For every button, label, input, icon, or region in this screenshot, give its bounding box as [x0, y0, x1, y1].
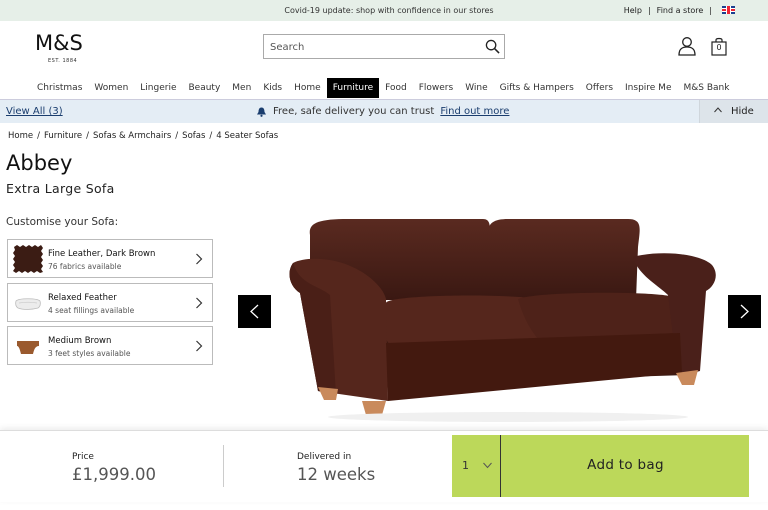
cushion-icon: [15, 298, 41, 310]
price-value: £1,999.00: [72, 465, 156, 484]
breadcrumb-separator: /: [86, 131, 90, 141]
nav-item-christmas[interactable]: Christmas: [31, 78, 88, 98]
nav-item-flowers[interactable]: Flowers: [413, 78, 459, 98]
option-name: Medium Brown: [48, 336, 112, 346]
divider: [223, 445, 224, 487]
fabric-swatch-icon: [13, 245, 43, 273]
nav-item-inspire-me[interactable]: Inspire Me: [619, 78, 677, 98]
breadcrumb-sofas[interactable]: Sofas: [182, 131, 205, 141]
breadcrumb-furniture[interactable]: Furniture: [44, 131, 82, 141]
previous-image-button[interactable]: [238, 295, 271, 328]
quantity-select[interactable]: 1: [452, 435, 501, 497]
find-store-link[interactable]: Find a store: [657, 6, 704, 15]
chevron-right-icon: [196, 297, 203, 309]
search-box: [263, 34, 505, 59]
option-description: 76 fabrics available: [48, 262, 122, 271]
quantity-value: 1: [462, 459, 469, 472]
breadcrumb-4-seater-sofas[interactable]: 4 Seater Sofas: [216, 131, 278, 141]
chevron-up-icon: [714, 107, 722, 113]
delivered-in-value: 12 weeks: [297, 465, 376, 484]
divider: |: [647, 6, 651, 15]
nav-item-beauty[interactable]: Beauty: [183, 78, 227, 98]
customise-label: Customise your Sofa:: [6, 216, 119, 228]
nav-item-women[interactable]: Women: [88, 78, 134, 98]
delivery-promo-bar: View All (3) Free, safe delivery you can…: [0, 99, 768, 123]
price-label: Price: [72, 452, 94, 462]
account-icon[interactable]: [677, 36, 697, 56]
help-link[interactable]: Help: [624, 6, 642, 15]
breadcrumb-home[interactable]: Home: [8, 131, 33, 141]
breadcrumb-separator: /: [175, 131, 179, 141]
delivered-in-label: Delivered in: [297, 452, 352, 462]
search-input[interactable]: [264, 36, 474, 59]
next-image-button[interactable]: [728, 295, 761, 328]
option-feet-style[interactable]: Medium Brown 3 feet styles available: [7, 326, 213, 365]
ms-logo[interactable]: M&S: [35, 31, 83, 55]
bag-count: 0: [716, 43, 722, 52]
option-fabric[interactable]: Fine Leather, Dark Brown 76 fabrics avai…: [7, 239, 213, 278]
nav-item-kids[interactable]: Kids: [257, 78, 288, 98]
sofa-foot-icon: [17, 341, 39, 354]
bell-icon: [257, 107, 266, 117]
purchase-bar: Price £1,999.00 Delivered in 12 weeks 1 …: [0, 430, 768, 502]
chevron-right-icon: [196, 340, 203, 352]
divider: |: [709, 6, 712, 15]
find-out-more-link[interactable]: Find out more: [440, 106, 509, 117]
breadcrumb-separator: /: [37, 131, 40, 141]
add-to-bag-button[interactable]: Add to bag: [502, 457, 749, 473]
nav-item-food[interactable]: Food: [379, 78, 413, 98]
hide-label: Hide: [731, 106, 754, 117]
nav-item-wine[interactable]: Wine: [459, 78, 493, 98]
site-header: M&S EST. 1884 0: [0, 21, 768, 77]
option-name: Fine Leather, Dark Brown: [48, 249, 156, 259]
logo-established-text: EST. 1884: [48, 58, 78, 64]
nav-item-men[interactable]: Men: [226, 78, 257, 98]
nav-item-home[interactable]: Home: [288, 78, 327, 98]
top-announcement-bar: Covid-19 update: shop with confidence in…: [0, 0, 768, 21]
breadcrumb-separator: /: [209, 131, 213, 141]
nav-item-gifts-hampers[interactable]: Gifts & Hampers: [494, 78, 580, 98]
option-seat-filling[interactable]: Relaxed Feather 4 seat fillings availabl…: [7, 283, 213, 322]
chevron-down-icon: [483, 462, 492, 469]
nav-item-offers[interactable]: Offers: [580, 78, 619, 98]
chevron-right-icon: [740, 304, 749, 319]
hide-button[interactable]: Hide: [699, 100, 768, 123]
top-links: Help | Find a store |: [624, 6, 712, 15]
product-subtitle: Extra Large Sofa: [6, 181, 115, 196]
chevron-left-icon: [250, 304, 259, 319]
add-to-bag-area: 1 Add to bag: [452, 435, 749, 497]
nav-item-lingerie[interactable]: Lingerie: [134, 78, 182, 98]
uk-flag-icon[interactable]: [722, 6, 735, 14]
option-description: 3 feet styles available: [48, 349, 131, 358]
main-navigation: Christmas Women Lingerie Beauty Men Kids…: [0, 77, 768, 99]
view-all-link[interactable]: View All (3): [6, 106, 63, 117]
delivery-promo-text: Free, safe delivery you can trust: [273, 106, 435, 117]
product-title: Abbey: [6, 151, 73, 175]
delivery-promo: Free, safe delivery you can trust Find o…: [256, 106, 509, 117]
breadcrumb-sofas-armchairs[interactable]: Sofas & Armchairs: [93, 131, 171, 141]
search-icon[interactable]: [485, 39, 500, 54]
option-name: Relaxed Feather: [48, 293, 117, 303]
chevron-right-icon: [196, 253, 203, 265]
option-description: 4 seat fillings available: [48, 306, 135, 315]
nav-item-furniture[interactable]: Furniture: [326, 78, 380, 98]
sofa-product-image: [289, 219, 716, 422]
nav-item-ms-bank[interactable]: M&S Bank: [677, 78, 735, 98]
breadcrumb: Home / Furniture / Sofas & Armchairs / S…: [8, 131, 278, 141]
